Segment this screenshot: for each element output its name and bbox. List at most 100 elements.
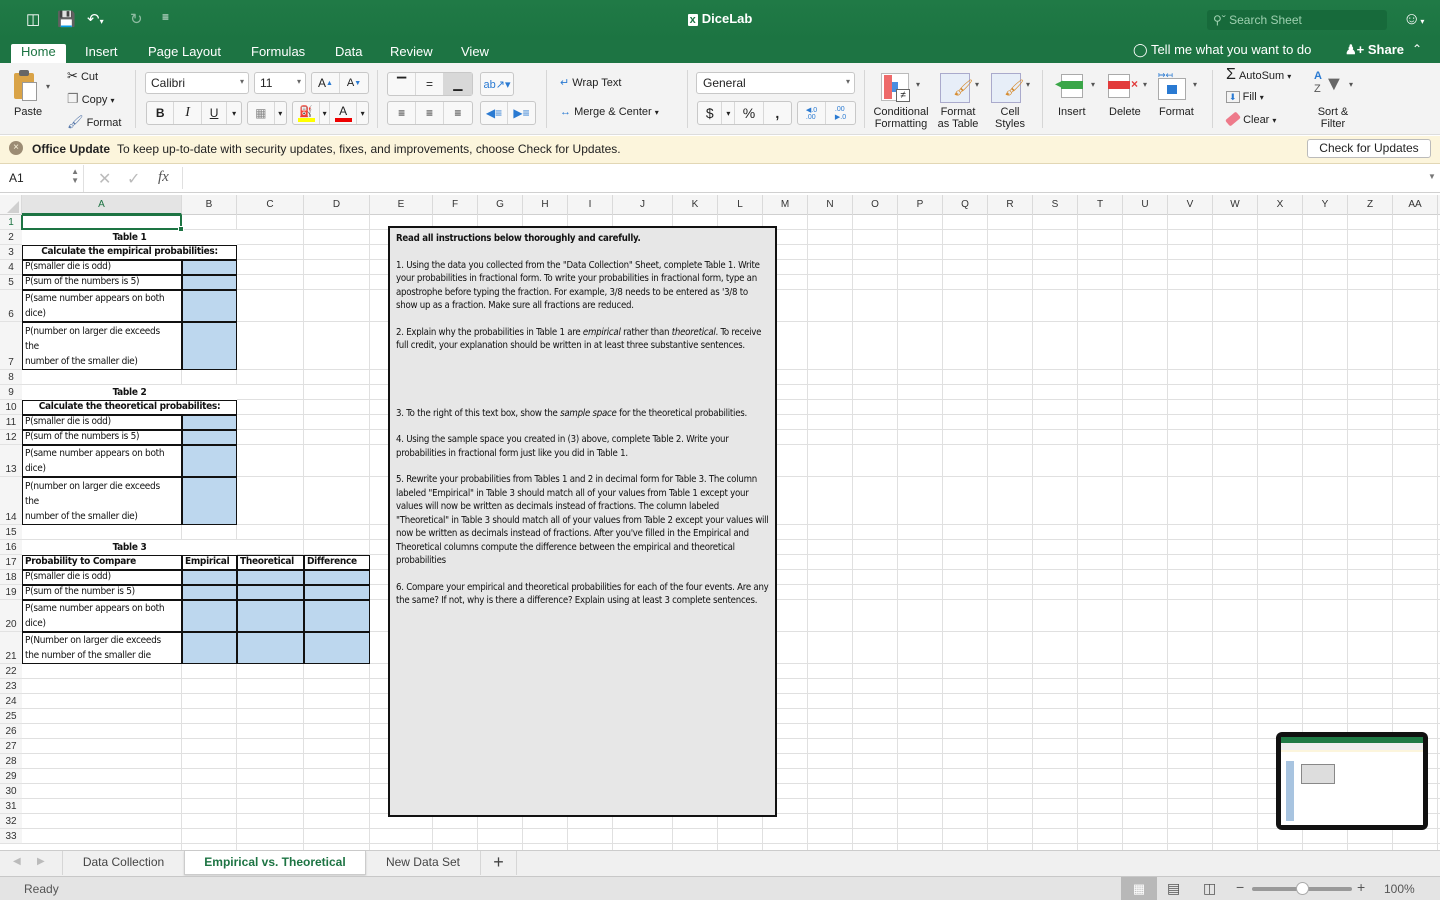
row-header-20[interactable]: 20: [0, 600, 22, 632]
font-name-select[interactable]: Calibri ▾: [145, 72, 249, 94]
sheet-preview-thumbnail[interactable]: [1276, 732, 1428, 830]
row-header-26[interactable]: 26: [0, 724, 22, 739]
page-break-view-button[interactable]: ◫: [1203, 880, 1216, 897]
underline-dropdown-icon[interactable]: ▾: [227, 102, 241, 124]
align-left-button[interactable]: ≡: [388, 102, 417, 124]
row-header-17[interactable]: 17: [0, 555, 22, 570]
table3-label[interactable]: P(Number on larger die exceeds the numbe…: [22, 632, 182, 664]
align-center-button[interactable]: ≡: [416, 102, 444, 124]
column-header-aa[interactable]: AA: [1393, 195, 1438, 215]
row-header-1[interactable]: 1: [0, 215, 22, 230]
add-sheet-button[interactable]: +: [481, 851, 517, 875]
column-header-d[interactable]: D: [304, 195, 370, 215]
delete-dropdown-icon[interactable]: ▾: [1143, 80, 1147, 89]
select-all-corner[interactable]: [0, 195, 22, 215]
column-header-p[interactable]: P: [898, 195, 943, 215]
sheet-tab-new-data-set[interactable]: New Data Set: [366, 851, 481, 875]
row-header-16[interactable]: 16: [0, 540, 22, 555]
table2-input-cell[interactable]: [182, 415, 237, 430]
table2-title[interactable]: Table 2: [22, 385, 237, 400]
cell-styles-icon[interactable]: 🖌: [991, 73, 1024, 103]
row-header-3[interactable]: 3: [0, 245, 22, 260]
table1-label[interactable]: P(smaller die is odd): [22, 260, 182, 275]
column-header-n[interactable]: N: [808, 195, 853, 215]
row-header-32[interactable]: 32: [0, 814, 22, 829]
align-top-button[interactable]: ▔: [388, 73, 417, 95]
row-header-10[interactable]: 10: [0, 400, 22, 415]
insert-button[interactable]: Insert: [1058, 106, 1086, 118]
tab-view[interactable]: View: [451, 44, 499, 63]
row-header-19[interactable]: 19: [0, 585, 22, 600]
name-box[interactable]: A1 ▲ ▼: [0, 165, 84, 192]
tell-me-box[interactable]: ◯ Tell me what you want to do: [1133, 42, 1311, 58]
column-header-b[interactable]: B: [182, 195, 237, 215]
borders-button[interactable]: ▦: [248, 102, 275, 124]
table2-input-cell[interactable]: [182, 430, 237, 445]
paste-button[interactable]: Paste: [14, 106, 42, 118]
cancel-entry-icon[interactable]: ✕: [98, 169, 111, 189]
row-header-8[interactable]: 8: [0, 370, 22, 385]
column-header-o[interactable]: O: [853, 195, 898, 215]
table1-title[interactable]: Table 1: [22, 230, 237, 245]
row-header-4[interactable]: 4: [0, 260, 22, 275]
column-header-k[interactable]: K: [673, 195, 718, 215]
column-header-e[interactable]: E: [370, 195, 433, 215]
scroll-tabs-right-icon[interactable]: ▶: [37, 856, 45, 867]
row-header-29[interactable]: 29: [0, 769, 22, 784]
table3-input-cell[interactable]: [237, 570, 304, 585]
cut-button[interactable]: ✂ Cut: [67, 68, 98, 84]
column-header-w[interactable]: W: [1213, 195, 1258, 215]
normal-view-button[interactable]: ▦: [1121, 877, 1157, 900]
table3-input-cell[interactable]: [304, 632, 370, 664]
row-header-15[interactable]: 15: [0, 525, 22, 540]
table2-label[interactable]: P(smaller die is odd): [22, 415, 182, 430]
insert-function-icon[interactable]: fx: [158, 169, 169, 186]
clear-button[interactable]: Clear ▾: [1225, 111, 1276, 127]
tab-review[interactable]: Review: [380, 44, 443, 63]
column-header-x[interactable]: X: [1258, 195, 1303, 215]
fill-button[interactable]: ⬇ Fill ▾: [1226, 91, 1264, 103]
row-header-2[interactable]: 2: [0, 230, 22, 245]
increase-indent-button[interactable]: ▶≡: [508, 102, 535, 124]
row-header-6[interactable]: 6: [0, 290, 22, 322]
table3-column-header[interactable]: Probability to Compare: [22, 555, 182, 570]
currency-dropdown-icon[interactable]: ▾: [722, 102, 736, 124]
tab-home[interactable]: Home: [11, 44, 66, 63]
column-header-c[interactable]: C: [237, 195, 304, 215]
row-header-13[interactable]: 13: [0, 445, 22, 477]
table1-input-cell[interactable]: [182, 275, 237, 290]
align-bottom-button[interactable]: ▁: [443, 73, 472, 95]
table2-label[interactable]: P(same number appears on both dice): [22, 445, 182, 477]
table1-input-cell[interactable]: [182, 290, 237, 322]
align-right-button[interactable]: ≡: [444, 102, 472, 124]
table2-input-cell[interactable]: [182, 477, 237, 525]
column-header-t[interactable]: T: [1078, 195, 1123, 215]
feedback-smiley-icon[interactable]: ☺▾: [1403, 9, 1424, 29]
fill-handle[interactable]: [178, 226, 184, 232]
column-header-q[interactable]: Q: [943, 195, 988, 215]
wrap-text-button[interactable]: ↵ Wrap Text: [560, 76, 621, 89]
decrease-indent-button[interactable]: ◀≡: [481, 102, 509, 124]
column-header-h[interactable]: H: [523, 195, 568, 215]
column-header-r[interactable]: R: [988, 195, 1033, 215]
table3-input-cell[interactable]: [182, 600, 237, 632]
table3-input-cell[interactable]: [304, 600, 370, 632]
row-header-30[interactable]: 30: [0, 784, 22, 799]
table3-input-cell[interactable]: [182, 585, 237, 600]
row-header-31[interactable]: 31: [0, 799, 22, 814]
sort-filter-icon[interactable]: A Z ▼ ▾: [1314, 70, 1358, 100]
conditional-formatting-dropdown-icon[interactable]: ▾: [916, 80, 920, 89]
table1-header[interactable]: Calculate the empirical probabilities:: [22, 245, 237, 260]
table3-input-cell[interactable]: [237, 585, 304, 600]
table3-input-cell[interactable]: [304, 585, 370, 600]
row-header-21[interactable]: 21: [0, 632, 22, 664]
format-painter-button[interactable]: 🖌 Format: [67, 114, 121, 130]
table3-column-header[interactable]: Empirical: [182, 555, 237, 570]
row-header-11[interactable]: 11: [0, 415, 22, 430]
name-box-stepper-icon[interactable]: ▲ ▼: [71, 167, 79, 185]
selected-cell-a1[interactable]: [21, 215, 184, 232]
cell-styles-button[interactable]: Cell Styles: [990, 106, 1030, 130]
column-header-i[interactable]: I: [568, 195, 613, 215]
column-header-s[interactable]: S: [1033, 195, 1078, 215]
tab-formulas[interactable]: Formulas: [241, 44, 315, 63]
